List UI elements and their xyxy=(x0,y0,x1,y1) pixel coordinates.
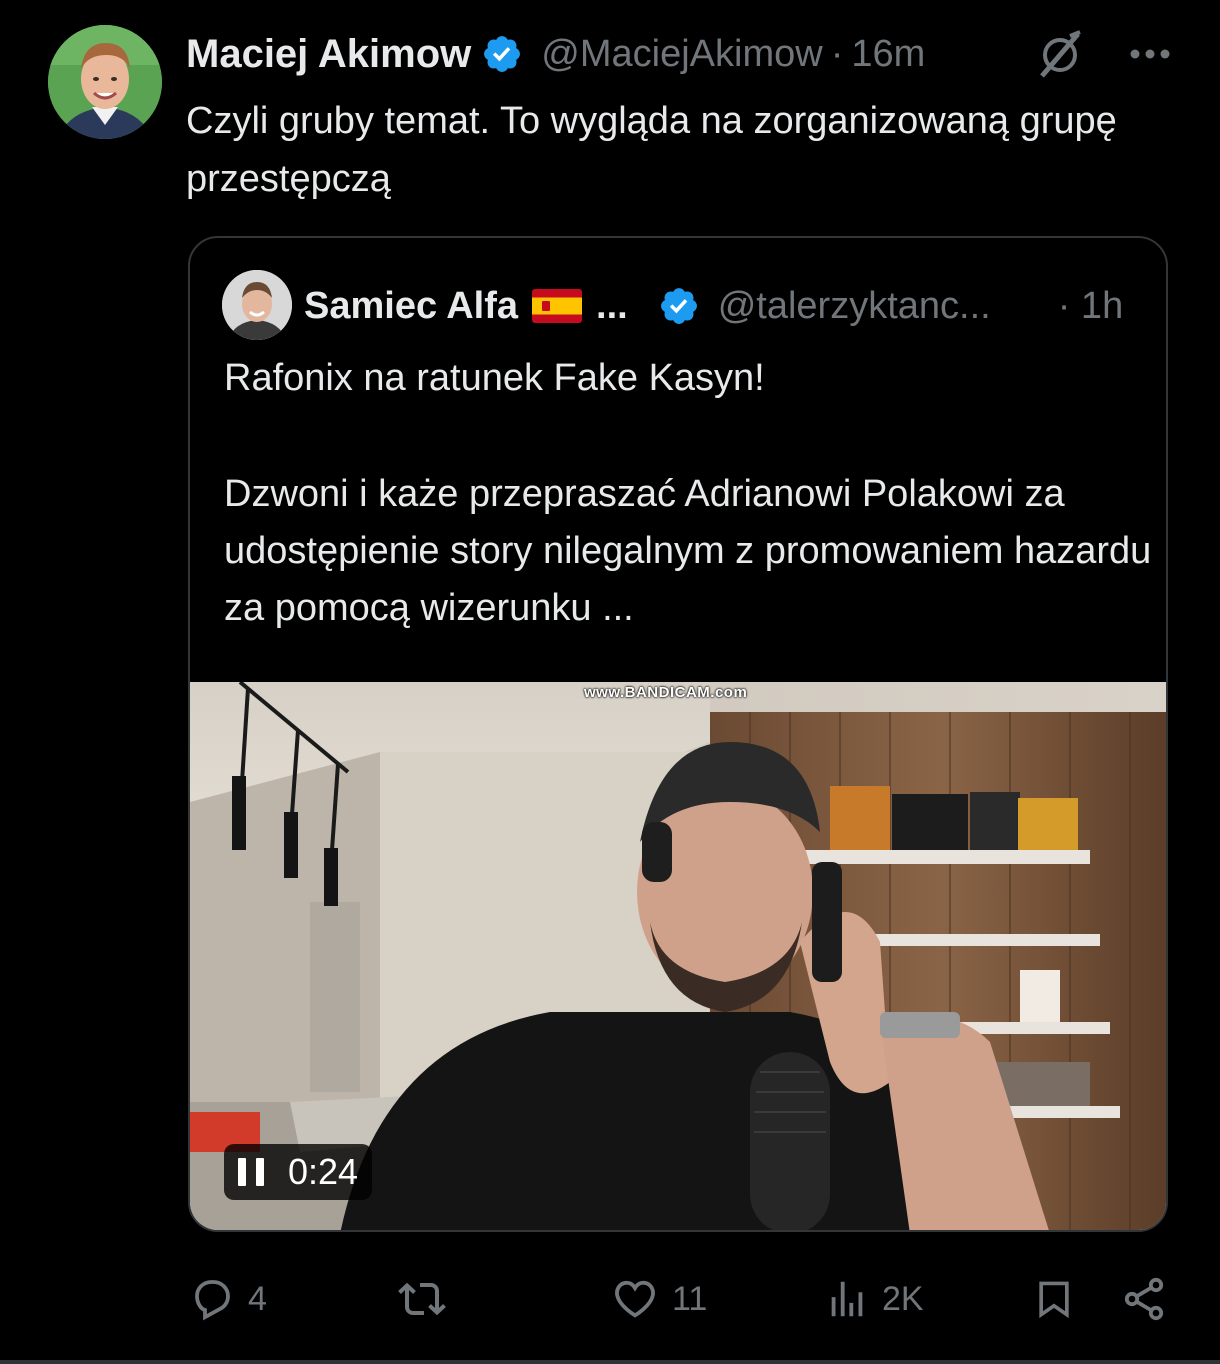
reply-icon xyxy=(195,1280,230,1321)
reply-count: 4 xyxy=(248,1279,267,1318)
retweet-icon xyxy=(398,1282,446,1316)
like-button[interactable]: 11 xyxy=(610,1272,707,1326)
tweet-text: Czyli gruby temat. To wygląda na zorgani… xyxy=(186,100,1117,200)
quoted-video[interactable]: www.BANDICAM.com 0:24 xyxy=(190,682,1166,1230)
author-handle[interactable]: @MaciejAkimow xyxy=(541,33,822,76)
quoted-author-handle[interactable]: @talerzyktanc... xyxy=(718,285,1038,328)
views-count: 2K xyxy=(882,1279,924,1318)
views-button[interactable]: 2K xyxy=(824,1272,924,1326)
divider xyxy=(0,1360,1220,1364)
quoted-author-avatar[interactable] xyxy=(222,270,292,340)
quoted-text-body: Dzwoni i każe przepraszać Adrianowi Pola… xyxy=(224,473,1152,629)
more-options-icon[interactable] xyxy=(1130,48,1170,60)
tweet-time[interactable]: 16m xyxy=(851,33,925,76)
verified-badge-icon xyxy=(484,36,521,72)
author-name[interactable]: Maciej Akimow xyxy=(186,32,471,77)
views-chart-icon xyxy=(831,1281,863,1317)
pause-icon[interactable] xyxy=(238,1158,264,1186)
quoted-header: Samiec Alfa ... @talerzyktanc... · 1h xyxy=(304,276,1144,336)
share-button[interactable] xyxy=(1120,1272,1168,1326)
bookmark-icon xyxy=(1039,1281,1069,1319)
quoted-author-name[interactable]: Samiec Alfa xyxy=(304,285,518,328)
author-avatar[interactable] xyxy=(48,25,162,139)
top-icons xyxy=(1034,26,1170,82)
quoted-tweet-time[interactable]: · 1h xyxy=(1058,285,1123,328)
heart-icon xyxy=(615,1280,655,1318)
retweet-button[interactable] xyxy=(396,1272,460,1326)
quoted-name-ellipsis: ... xyxy=(596,284,628,327)
bookmark-button[interactable] xyxy=(1032,1272,1076,1326)
tweet-header: Maciej Akimow @MaciejAkimow · 16m xyxy=(186,26,925,82)
video-watermark: www.BANDICAM.com xyxy=(584,684,748,701)
tweet-actions: 4 11 2K xyxy=(186,1272,1176,1326)
share-icon xyxy=(1124,1277,1164,1321)
quoted-tweet[interactable]: Samiec Alfa ... @talerzyktanc... · 1h Ra… xyxy=(188,236,1168,1232)
grok-icon[interactable] xyxy=(1034,28,1086,80)
reply-button[interactable]: 4 xyxy=(188,1272,267,1326)
like-count: 11 xyxy=(672,1279,708,1318)
verified-badge-icon xyxy=(660,288,697,324)
header-separator: · xyxy=(830,32,844,75)
video-elapsed: 0:24 xyxy=(288,1151,359,1192)
video-timer[interactable]: 0:24 xyxy=(224,1144,373,1200)
quoted-text-line1: Rafonix na ratunek Fake Kasyn! xyxy=(224,357,765,399)
spain-flag-icon xyxy=(532,289,583,323)
